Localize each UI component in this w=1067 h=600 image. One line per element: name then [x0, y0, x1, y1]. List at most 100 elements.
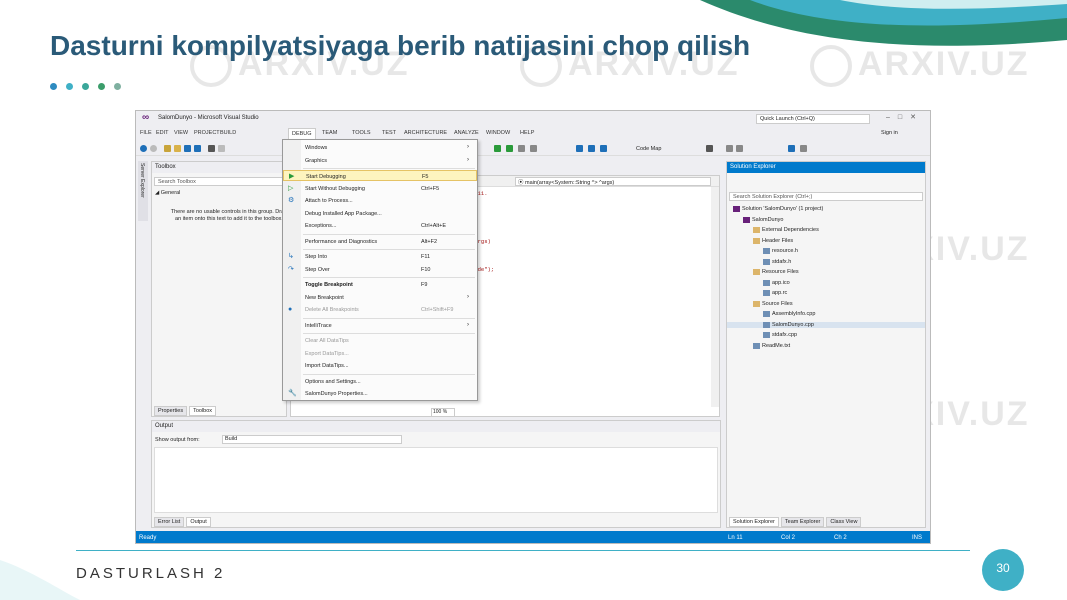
- menu-item-icon: ▶: [289, 173, 295, 180]
- menu-item-label: Import DataTips...: [305, 363, 349, 369]
- tab-team-explorer[interactable]: Team Explorer: [780, 517, 825, 527]
- menu-window[interactable]: WINDOW: [486, 130, 510, 136]
- zoom-level[interactable]: 100 %: [431, 408, 455, 417]
- editor-scrollbar[interactable]: [711, 187, 719, 407]
- debug-menu-item[interactable]: ▷ Start Without Debugging Ctrl+F5: [283, 183, 477, 194]
- back-icon[interactable]: [140, 145, 147, 152]
- output-text-area[interactable]: [154, 447, 718, 513]
- menu-separator: [303, 277, 475, 278]
- debug-menu-item[interactable]: Debug Installed App Package...: [283, 208, 477, 219]
- uncomment-icon[interactable]: [736, 145, 743, 152]
- menu-view[interactable]: VIEW: [174, 130, 188, 136]
- tree-item[interactable]: stdafx.h: [727, 258, 925, 265]
- window-controls[interactable]: –□✕: [886, 113, 924, 121]
- start-icon[interactable]: [494, 145, 501, 152]
- redo-icon[interactable]: [218, 145, 225, 152]
- menu-tools[interactable]: TOOLS: [352, 130, 371, 136]
- status-bar: Ready Ln 11 Col 2 Ch 2 INS: [136, 531, 930, 543]
- tab-toolbox[interactable]: Toolbox: [189, 406, 217, 416]
- menu-item-label: IntelliTrace: [305, 322, 332, 329]
- menu-analyze[interactable]: ANALYZE: [454, 130, 479, 136]
- tree-item[interactable]: Header Files: [727, 237, 925, 244]
- pause-icon[interactable]: [518, 145, 525, 152]
- stop-icon[interactable]: [530, 145, 537, 152]
- comment-icon[interactable]: [726, 145, 733, 152]
- toolbox-group[interactable]: ◢ General: [155, 190, 180, 196]
- debug-menu-item[interactable]: IntelliTrace ›: [283, 320, 477, 331]
- code-map-label[interactable]: Code Map: [636, 146, 661, 152]
- tab-class-view[interactable]: Class View: [826, 517, 862, 527]
- debug-menu-item[interactable]: ▶ Start Debugging F5: [283, 170, 477, 181]
- tab-properties[interactable]: Properties: [154, 406, 188, 416]
- debug-menu-item[interactable]: ⚙ Attach to Process...: [283, 195, 477, 206]
- sign-in-link[interactable]: Sign in: [881, 130, 898, 136]
- tree-item[interactable]: Resource Files: [727, 269, 925, 275]
- tree-item[interactable]: app.rc: [727, 290, 925, 296]
- tab-solution-explorer[interactable]: Solution Explorer: [729, 517, 779, 527]
- debug-menu-item[interactable]: Graphics ›: [283, 155, 477, 166]
- debug-menu-item[interactable]: Clear All DataTips: [283, 335, 477, 346]
- file-icon: [733, 206, 740, 212]
- debug-menu-item[interactable]: ● Delete All Breakpoints Ctrl+Shift+F9: [283, 304, 477, 315]
- tree-item[interactable]: Source Files: [727, 300, 925, 307]
- member-dropdown[interactable]: ⦿ main(array<System::String ^> ^args): [515, 177, 711, 186]
- menu-build[interactable]: BUILD: [220, 130, 236, 136]
- step-out-icon[interactable]: [600, 145, 607, 152]
- menu-test[interactable]: TEST: [382, 130, 396, 136]
- solution-search-input[interactable]: Search Solution Explorer (Ctrl+;): [729, 192, 923, 201]
- debug-menu-item[interactable]: Performance and Diagnostics Alt+F2: [283, 236, 477, 247]
- show-output-select[interactable]: Build: [222, 435, 402, 444]
- debug-menu-item[interactable]: Windows ›: [283, 142, 477, 153]
- debug-menu-item[interactable]: New Breakpoint ›: [283, 292, 477, 303]
- menu-help[interactable]: HELP: [520, 130, 534, 136]
- menu-edit[interactable]: EDIT: [156, 130, 169, 136]
- tree-item[interactable]: resource.h: [727, 248, 925, 254]
- tree-item[interactable]: ReadMe.txt: [727, 342, 925, 349]
- toolbox-panel: Toolbox Search Toolbox ◢ General There a…: [151, 161, 287, 417]
- toolbox-search-input[interactable]: Search Toolbox: [154, 177, 284, 186]
- tree-item[interactable]: SalomDunyo: [727, 216, 925, 223]
- debug-menu-item[interactable]: ↳ Step Into F11: [283, 251, 477, 262]
- menu-file[interactable]: FILE: [140, 130, 152, 136]
- debug-menu-item[interactable]: 🔧 SalomDunyo Properties...: [283, 388, 477, 399]
- slide-title: Dasturni kompilyatsiyaga berib natijasin…: [50, 30, 751, 61]
- new-project-icon[interactable]: [164, 145, 171, 152]
- menu-separator: [303, 233, 475, 235]
- visual-studio-window: ∞ SalomDunyo - Microsoft Visual Studio Q…: [135, 110, 931, 544]
- forward-icon[interactable]: [150, 145, 157, 152]
- step-over-icon[interactable]: [588, 145, 595, 152]
- tree-item[interactable]: External Dependencies: [727, 227, 925, 233]
- debug-menu-item[interactable]: Options and Settings...: [283, 376, 477, 387]
- menu-team[interactable]: TEAM: [322, 130, 337, 136]
- bookmark-next-icon[interactable]: [788, 145, 795, 152]
- debug-menu-item[interactable]: Export DataTips...: [283, 348, 477, 359]
- tree-item[interactable]: SalomDunyo.cpp: [727, 321, 925, 328]
- server-explorer-tab[interactable]: Server Explorer: [138, 161, 148, 221]
- tree-item[interactable]: stdafx.cpp: [727, 332, 925, 338]
- tree-item[interactable]: AssemblyInfo.cpp: [727, 311, 925, 317]
- debug-menu-item[interactable]: Import DataTips...: [283, 360, 477, 371]
- bookmark-prev-icon[interactable]: [800, 145, 807, 152]
- tree-item[interactable]: app.ico: [727, 279, 925, 286]
- undo-icon[interactable]: [208, 145, 215, 152]
- continue-icon[interactable]: [506, 145, 513, 152]
- debug-menu-item[interactable]: Exceptions... Ctrl+Alt+E: [283, 220, 477, 231]
- quick-launch-input[interactable]: Quick Launch (Ctrl+Q): [756, 114, 870, 124]
- open-icon[interactable]: [174, 145, 181, 152]
- debug-menu-item[interactable]: ↷ Step Over F10: [283, 264, 477, 275]
- menu-item-label: Export DataTips...: [305, 350, 349, 357]
- menu-architecture[interactable]: ARCHITECTURE: [404, 130, 447, 136]
- file-icon: [743, 216, 750, 223]
- save-icon[interactable]: [184, 145, 191, 152]
- submenu-arrow-icon: ›: [467, 321, 469, 328]
- bookmark-icon[interactable]: [706, 145, 713, 152]
- tab-error-list[interactable]: Error List: [154, 517, 185, 527]
- save-all-icon[interactable]: [194, 145, 201, 152]
- tab-output[interactable]: Output: [186, 517, 211, 527]
- decorative-wave-bottom: [0, 560, 80, 600]
- menu-project[interactable]: PROJECT: [194, 130, 220, 136]
- step-into-icon[interactable]: [576, 145, 583, 152]
- debug-menu-item[interactable]: Toggle Breakpoint F9: [283, 279, 477, 290]
- title-dots: [50, 83, 121, 90]
- tree-item[interactable]: Solution 'SalomDunyo' (1 project): [727, 206, 925, 212]
